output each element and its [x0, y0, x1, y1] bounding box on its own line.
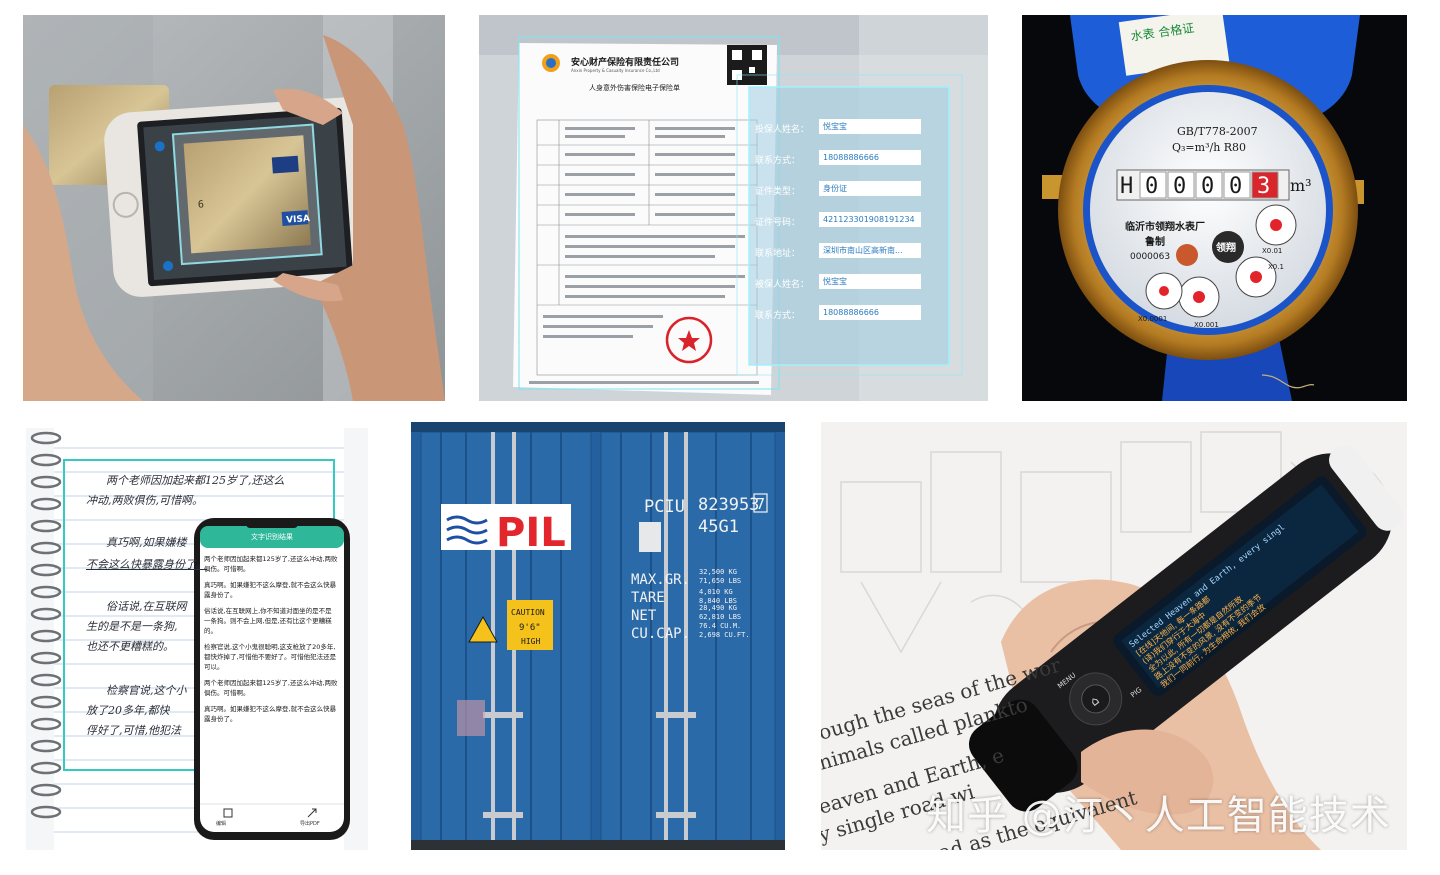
handwritten-line: 俘好了,可惜,他犯法 — [86, 724, 181, 737]
company-name-en: Anxin Property & Casualty Insurance Co.,… — [571, 68, 660, 73]
weight-label: CU.CAP. — [631, 626, 690, 642]
ocr-field-value: 深圳市南山区高新南... — [819, 243, 921, 258]
weight-lbs: 62,810 LBS — [699, 613, 741, 621]
ocr-field-row: 证件号码： 421123301908191234 — [755, 212, 945, 232]
water-meter-photo: 水表 合格证 H 0 0 0 0 3 m³ GB/T778-2007 Q₃=m³… — [1022, 15, 1407, 401]
ocr-paragraph: 真巧啊。如果嫌犯不这么摩登,就不会这么快暴露身份了。 — [204, 705, 337, 723]
bank-card-ocr-photo: 6 VISA — [23, 15, 445, 401]
smartphone: 6 VISA — [104, 97, 383, 297]
container-photo: PIL CAUTION 9'6" HIGH PCIU 823953 7 45G1… — [411, 422, 785, 850]
meter-serial: 0000063 — [1130, 252, 1170, 262]
meter-digit: 0 — [1145, 174, 1158, 199]
handwritten-line: 也还不更糟糕的。 — [86, 640, 174, 653]
ocr-paragraph: 俗话说,在互联网上,你不知道对面坐的是不是一条狗。则不会上网,但是,还有比这个更… — [204, 607, 332, 635]
ocr-paragraph: 真巧啊。如果嫌犯不这么摩登,就不会这么快暴露身份了。 — [204, 581, 337, 599]
meter-spec: Q₃=m³/h R80 — [1172, 141, 1246, 154]
container-serial: 823953 — [698, 495, 759, 515]
meter-star-wheel — [1176, 244, 1198, 266]
weight-lbs: 71,650 LBS — [699, 577, 741, 585]
visa-logo: VISA — [286, 214, 310, 226]
handwritten-line: 不会这么快暴露身份了。 — [86, 558, 207, 571]
ocr-paragraph: 两个老师因加起来都125岁了,还这么冲动,两败俱伤。可惜啊。 — [204, 555, 338, 573]
company-name: 安心财产保险有限责任公司 — [571, 58, 680, 68]
ocr-field-value: 18088886666 — [819, 150, 921, 165]
ocr-field-label: 被保人姓名： — [755, 280, 810, 290]
dial-label: X0.1 — [1268, 263, 1284, 271]
handwritten-line: 检察官说,这个小 — [106, 684, 187, 697]
export-pdf-tab-label[interactable]: 导出PDF — [300, 820, 320, 827]
handwritten-line: 俗话说,在互联网 — [106, 600, 187, 613]
weight-label: TARE — [631, 590, 665, 606]
weight-kg: 32,500 KG — [699, 568, 737, 576]
ocr-field-row: 联系方式： 18088886666 — [755, 305, 945, 325]
edit-tab-label[interactable]: 编辑 — [216, 820, 226, 827]
ocr-field-label: 证件号码： — [755, 218, 801, 228]
csc-plate — [639, 522, 661, 552]
bank-card-ocr-panel: 6 VISA — [23, 15, 445, 401]
meter-license-label: 鲁制 — [1144, 235, 1165, 248]
ocr-field-value: 身份证 — [819, 181, 921, 196]
ocr-field-value: 421123301908191234 — [819, 212, 921, 227]
weight-kg: 4,010 KG — [699, 588, 733, 596]
ocr-field-label: 联系地址： — [755, 249, 801, 259]
ocr-field-row: 被保人姓名： 悦宝宝 — [755, 274, 945, 294]
caution-text: 9'6" — [519, 623, 541, 633]
meter-digit: 0 — [1201, 174, 1214, 199]
weight-kg: 28,490 KG — [699, 604, 737, 612]
card-on-screen — [183, 135, 311, 254]
dial-label: X0.01 — [1262, 247, 1282, 255]
ocr-paragraph: 两个老师因加起来都125岁了,还这么冲动,两败俱伤。可惜啊。 — [204, 679, 338, 697]
container-owner-code: PCIU — [644, 497, 685, 517]
handwriting-ocr-panel: 两个老师因加起来都125岁了,还这么 冲动,两败俱伤,可惜啊。 真巧啊,如果嫌楼… — [26, 428, 368, 850]
insurance-policy-photo — [479, 15, 988, 401]
meter-digit-red: 3 — [1257, 174, 1270, 199]
meter-brand: 领翔 — [1216, 241, 1236, 254]
old-sticker — [457, 700, 485, 736]
dial-label: X0.0001 — [1138, 315, 1167, 323]
caution-text: CAUTION — [511, 608, 545, 617]
ocr-field-row: 证件类型： 身份证 — [755, 181, 945, 201]
phone-notch — [246, 520, 298, 528]
container-check-digit: 7 — [756, 495, 765, 513]
ocr-field-row: 联系方式： 18088886666 — [755, 150, 945, 170]
dial-label: X0.001 — [1194, 321, 1219, 329]
meter-maker: 临沂市领翔水表厂 — [1125, 220, 1205, 233]
weight-label: NET — [631, 608, 657, 624]
weight-kg: 76.4 CU.M. — [699, 622, 741, 630]
container-ocr-panel: PIL CAUTION 9'6" HIGH PCIU 823953 7 45G1… — [411, 422, 785, 850]
pil-logo-text: PIL — [496, 510, 566, 556]
card-number-text: 6 — [198, 199, 205, 210]
ocr-field-value: 悦宝宝 — [819, 274, 921, 289]
ocr-field-label: 联系方式： — [755, 311, 801, 321]
meter-prefix: H — [1120, 174, 1133, 199]
ocr-field-label: 投保人姓名： — [755, 125, 810, 135]
handwritten-line: 冲动,两败俱伤,可惜啊。 — [86, 494, 203, 507]
meter-unit: m³ — [1290, 176, 1312, 195]
meter-digit: 0 — [1229, 174, 1242, 199]
ocr-field-value: 18088886666 — [819, 305, 921, 320]
zhihu-watermark: 知乎 @汀丶人工智能技术 — [926, 793, 1391, 839]
water-meter-panel: 水表 合格证 H 0 0 0 0 3 m³ GB/T778-2007 Q₃=m³… — [1022, 15, 1407, 401]
insurance-policy-ocr-panel: 安心财产保险有限责任公司 Anxin Property & Casualty I… — [479, 15, 988, 401]
meter-standard: GB/T778-2007 — [1177, 125, 1258, 138]
ocr-field-label: 联系方式： — [755, 156, 801, 166]
weight-lbs: 2,698 CU.FT. — [699, 631, 750, 639]
ocr-field-label: 证件类型： — [755, 187, 801, 197]
ocr-field-value: 悦宝宝 — [819, 119, 921, 134]
handwritten-line: 真巧啊,如果嫌楼 — [106, 536, 187, 549]
caution-text: HIGH — [521, 637, 540, 646]
phone-header-title: 文字识别结果 — [251, 533, 293, 541]
meter-digit: 0 — [1173, 174, 1186, 199]
weight-label: MAX.GR. — [631, 572, 690, 588]
phone-ocr-result: 两个老师因加起来都125岁了,还这么冲动,两败俱伤。可惜啊。 真巧啊。如果嫌犯不… — [204, 554, 338, 724]
handwritten-line: 两个老师因加起来都125岁了,还这么 — [106, 474, 285, 487]
handwritten-line: 生的是不是一条狗, — [86, 620, 178, 633]
ocr-field-row: 联系地址： 深圳市南山区高新南... — [755, 243, 945, 263]
policy-title: 人身意外伤害保险电子保险单 — [589, 84, 680, 92]
handwritten-line: 放了20多年,都快 — [86, 704, 170, 717]
ocr-field-row: 投保人姓名： 悦宝宝 — [755, 119, 945, 139]
ocr-paragraph: 检察官说,这个小鬼很聪明,这支枪放了20多年,都快炸掉了,可惜他不要好了。可惜他… — [204, 643, 337, 671]
container-iso-type: 45G1 — [698, 517, 739, 537]
